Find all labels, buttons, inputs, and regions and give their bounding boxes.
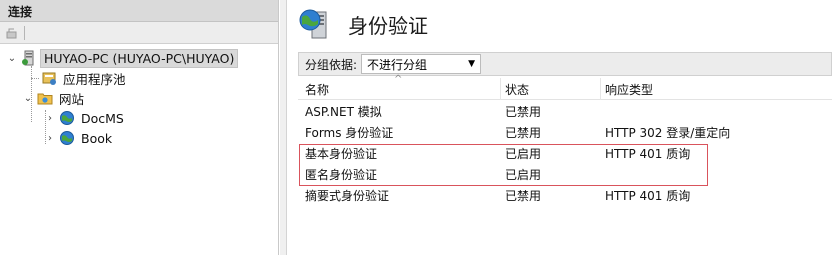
tree-item-server[interactable]: ⌄ HUYAO-PC (HUYAO-PC\HUYAO) [0, 48, 278, 68]
cell-name: 匿名身份验证 [305, 168, 378, 182]
cell-response-type: HTTP 401 质询 [605, 189, 691, 203]
table-row[interactable]: Forms 身份验证 已禁用 HTTP 302 登录/重定向 [298, 121, 832, 142]
group-by-dropdown[interactable]: 不进行分组 ▼ [361, 54, 482, 74]
group-by-label: 分组依据: [305, 57, 358, 72]
page-header: 身份验证 [288, 0, 832, 48]
column-header-response-type[interactable]: 响应类型 [605, 81, 653, 98]
tree-item-label: 应用程序池 [63, 71, 126, 87]
tree-item-docms[interactable]: › DocMS [0, 108, 278, 128]
app-pool-icon [41, 70, 57, 86]
column-separator[interactable] [600, 78, 601, 100]
sort-ascending-icon: ^ [394, 74, 403, 85]
column-separator[interactable] [500, 78, 501, 100]
chevron-down-icon[interactable]: ⌄ [6, 52, 18, 64]
tree-item-label: Book [81, 130, 113, 146]
cell-status: 已启用 [505, 147, 542, 161]
globe-icon [59, 130, 75, 146]
cell-status: 已禁用 [505, 105, 542, 119]
tree-item-label: HUYAO-PC (HUYAO-PC\HUYAO) [40, 48, 239, 68]
connect-icon[interactable] [4, 25, 20, 41]
authentication-table: ^ 名称 状态 响应类型 ASP.NET 模拟 已禁用 Forms 身份验证 已… [298, 74, 832, 205]
table-row[interactable]: 摘要式身份验证 已禁用 HTTP 401 质询 [298, 184, 832, 205]
authentication-feature-pane: 身份验证 分组依据: 不进行分组 ▼ ^ 名称 状态 响应类型 ASP.NET … [288, 0, 832, 255]
column-header-status[interactable]: 状态 [505, 81, 529, 98]
cell-response-type: HTTP 302 登录/重定向 [605, 126, 731, 140]
tree-guide-line [45, 110, 46, 144]
cell-status: 已启用 [505, 168, 542, 182]
column-header-name[interactable]: 名称 [305, 81, 329, 98]
globe-icon [59, 110, 75, 126]
group-by-bar: 分组依据: 不进行分组 ▼ [298, 52, 832, 76]
cell-status: 已禁用 [505, 189, 542, 203]
tree-item-book[interactable]: › Book [0, 128, 278, 148]
cell-name: 基本身份验证 [305, 147, 378, 161]
authentication-icon [298, 6, 334, 42]
tree-item-app-pools[interactable]: 应用程序池 [0, 68, 278, 88]
cell-name: 摘要式身份验证 [305, 189, 390, 203]
chevron-down-icon[interactable]: ⌄ [22, 92, 34, 104]
dropdown-arrow-icon: ▼ [468, 59, 476, 69]
sites-folder-icon [37, 90, 53, 106]
table-header: ^ 名称 状态 响应类型 [298, 74, 832, 100]
connections-tree: ⌄ HUYAO-PC (HUYAO-PC\HUYAO) 应用程序池 ⌄ 网站 ›… [0, 44, 278, 148]
tree-guide-line [31, 66, 32, 122]
table-row[interactable]: ASP.NET 模拟 已禁用 [298, 100, 832, 121]
page-title: 身份验证 [348, 13, 428, 38]
group-by-value: 不进行分组 [367, 57, 428, 72]
connections-header: 连接 [0, 0, 278, 22]
cell-name: Forms 身份验证 [305, 126, 394, 140]
connections-toolbar [0, 22, 278, 44]
tree-guide-line [31, 78, 39, 79]
server-icon [21, 50, 37, 66]
cell-name: ASP.NET 模拟 [305, 105, 382, 119]
connections-pane: 连接 ⌄ HUYAO-PC (HUYAO-PC\HUYAO) 应用程序池 ⌄ 网… [0, 0, 279, 255]
tree-item-label: DocMS [81, 110, 124, 126]
tree-item-label: 网站 [59, 91, 85, 107]
cell-status: 已禁用 [505, 126, 542, 140]
tree-item-sites[interactable]: ⌄ 网站 [0, 88, 278, 108]
toolbar-separator [24, 25, 25, 40]
cell-response-type: HTTP 401 质询 [605, 147, 691, 161]
table-row[interactable]: 匿名身份验证 已启用 [298, 163, 832, 184]
table-row[interactable]: 基本身份验证 已启用 HTTP 401 质询 [298, 142, 832, 163]
pane-splitter[interactable] [280, 0, 287, 255]
